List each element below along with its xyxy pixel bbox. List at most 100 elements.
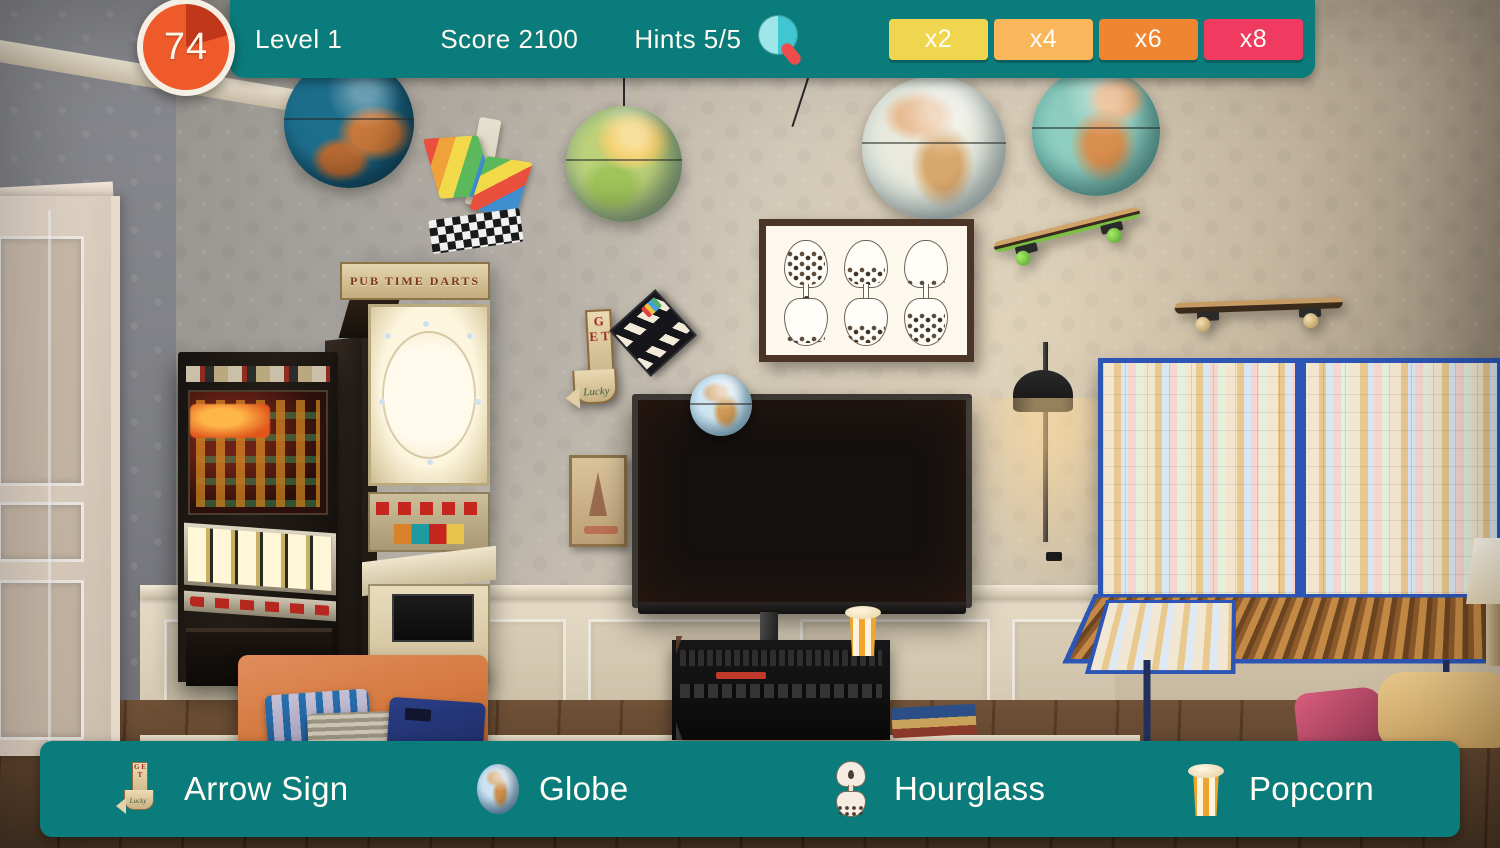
multiplier-badge-x2[interactable]: x2 bbox=[889, 18, 988, 60]
door-panel bbox=[0, 236, 84, 486]
book-stack[interactable] bbox=[891, 703, 977, 739]
objective-item-globe[interactable]: Globe bbox=[395, 741, 750, 837]
globe-meridian bbox=[284, 117, 414, 120]
lamp-shade[interactable] bbox=[1013, 370, 1073, 412]
globe-meridian bbox=[690, 402, 752, 405]
popcorn-cup bbox=[849, 614, 877, 656]
globe-ceiling-green[interactable] bbox=[566, 106, 682, 222]
globe-sphere bbox=[477, 764, 519, 814]
red-remote[interactable] bbox=[716, 672, 766, 679]
objective-label: Hourglass bbox=[894, 770, 1046, 807]
objective-label: Popcorn bbox=[1249, 770, 1375, 807]
hourglass-bulb bbox=[844, 298, 888, 346]
darts-light bbox=[427, 459, 433, 465]
score-label: Score 2100 bbox=[440, 23, 579, 54]
darts-light bbox=[379, 399, 385, 405]
hidden-object-scene[interactable]: G E T Lucky PUB TIME DARTS bbox=[0, 0, 1500, 848]
door-panel bbox=[0, 580, 84, 740]
darts-light bbox=[385, 333, 391, 339]
popcorn-icon bbox=[1183, 760, 1229, 818]
pub-time-darts-machine[interactable]: PUB TIME DARTS PUB TIME bbox=[338, 262, 496, 684]
table-lamp-base bbox=[1486, 604, 1500, 666]
darts-marquee: PUB TIME DARTS bbox=[340, 262, 490, 300]
objective-item-hourglass[interactable]: Hourglass bbox=[750, 741, 1105, 837]
skateboard-tan[interactable] bbox=[1174, 297, 1344, 333]
hourglass-sand bbox=[787, 251, 825, 285]
globe-ceiling-teal[interactable] bbox=[1032, 68, 1160, 196]
hourglass-icon bbox=[828, 760, 874, 818]
checkered-flag bbox=[428, 207, 524, 255]
objective-item-arrow-sign[interactable]: G E T Lucky Arrow Sign bbox=[40, 741, 395, 837]
multiplier-group: x2 x4 x6 x8 bbox=[889, 18, 1303, 60]
timer-value: 74 bbox=[163, 26, 209, 68]
globe-meridian bbox=[862, 142, 1006, 145]
darts-control-panel[interactable] bbox=[368, 492, 490, 552]
multiplier-label: x4 bbox=[1029, 24, 1058, 53]
popcorn-kernels bbox=[845, 606, 881, 619]
popcorn-kernels bbox=[1188, 764, 1224, 778]
level-label: Level 1 bbox=[255, 23, 343, 54]
framed-eiffel-art[interactable] bbox=[569, 455, 627, 547]
globe-meridian bbox=[1032, 126, 1160, 129]
arrow-sign-word: Lucky bbox=[129, 797, 147, 805]
timer-badge: 74 bbox=[137, 0, 235, 96]
globe-object[interactable] bbox=[690, 374, 752, 436]
hourglass-sand bbox=[838, 806, 864, 816]
game-screen: G E T Lucky PUB TIME DARTS Level 1 Score… bbox=[0, 0, 1500, 848]
objective-item-popcorn[interactable]: Popcorn bbox=[1105, 741, 1460, 837]
multiplier-badge-x4[interactable]: x4 bbox=[994, 18, 1093, 60]
door-seam bbox=[48, 210, 51, 750]
globe-ceiling-pastel[interactable] bbox=[862, 76, 1006, 220]
objective-item-bar: G E T Lucky Arrow Sign Globe Hourglass P… bbox=[40, 741, 1460, 837]
magnifier-handle bbox=[779, 40, 804, 68]
popcorn-object[interactable] bbox=[845, 606, 881, 656]
multiplier-badge-x8[interactable]: x8 bbox=[1204, 18, 1303, 60]
arrow-sign-icon: G E T Lucky bbox=[116, 760, 164, 818]
hourglass-bulb bbox=[904, 240, 948, 288]
hourglass-illustration bbox=[898, 240, 954, 352]
darts-board-screen bbox=[368, 304, 490, 486]
tripod[interactable] bbox=[676, 636, 732, 740]
floor-cushion[interactable] bbox=[1378, 672, 1500, 748]
globe-meridian bbox=[566, 159, 682, 162]
objective-label: Arrow Sign bbox=[184, 770, 349, 807]
door[interactable] bbox=[0, 196, 120, 756]
slot-top-strip bbox=[186, 366, 330, 382]
darts-light bbox=[475, 399, 481, 405]
hourglass-illustration bbox=[778, 240, 834, 352]
hud-top-bar: Level 1 Score 2100 Hints 5/5 x2 x4 x6 x8 bbox=[230, 0, 1315, 78]
color-chip bbox=[640, 296, 663, 318]
arrow-sign-letters: G E T bbox=[134, 763, 146, 779]
darts-light bbox=[423, 321, 429, 327]
kite-mobile[interactable] bbox=[422, 116, 544, 268]
magnifier-icon[interactable] bbox=[759, 16, 805, 68]
popcorn-cup bbox=[1193, 772, 1219, 816]
hourglass-bulb bbox=[784, 298, 828, 346]
hourglass-sand bbox=[787, 336, 825, 343]
slot-logo bbox=[190, 404, 270, 438]
hourglass-bulb bbox=[844, 240, 888, 288]
arrow-sign-letters: G E T bbox=[588, 313, 610, 345]
multiplier-badge-x6[interactable]: x6 bbox=[1099, 18, 1198, 60]
globe-icon bbox=[473, 760, 519, 818]
sand-drop bbox=[848, 770, 854, 779]
hourglass-illustration bbox=[838, 240, 894, 352]
hourglass-sand bbox=[907, 313, 945, 343]
hourglass-bulb bbox=[784, 240, 828, 288]
slot-reels bbox=[184, 522, 336, 596]
television[interactable] bbox=[632, 394, 972, 614]
lamp-switch[interactable] bbox=[1046, 552, 1062, 561]
multiplier-label: x8 bbox=[1239, 24, 1268, 53]
darts-light bbox=[467, 333, 473, 339]
door-panel bbox=[0, 502, 84, 562]
hourglass-sand bbox=[847, 267, 885, 285]
arrow-sign-object[interactable]: G E T Lucky bbox=[563, 308, 621, 424]
hourglass-sand bbox=[847, 325, 885, 343]
hourglass-artwork-frame[interactable] bbox=[759, 219, 974, 362]
comic-wall-panel[interactable] bbox=[1098, 358, 1500, 616]
multiplier-label: x2 bbox=[924, 24, 953, 53]
hints-label: Hints 5/5 bbox=[634, 23, 742, 54]
hourglass-bulb bbox=[904, 298, 948, 346]
arrow-sign-word: Lucky bbox=[582, 385, 610, 399]
multiplier-label: x6 bbox=[1134, 24, 1163, 53]
